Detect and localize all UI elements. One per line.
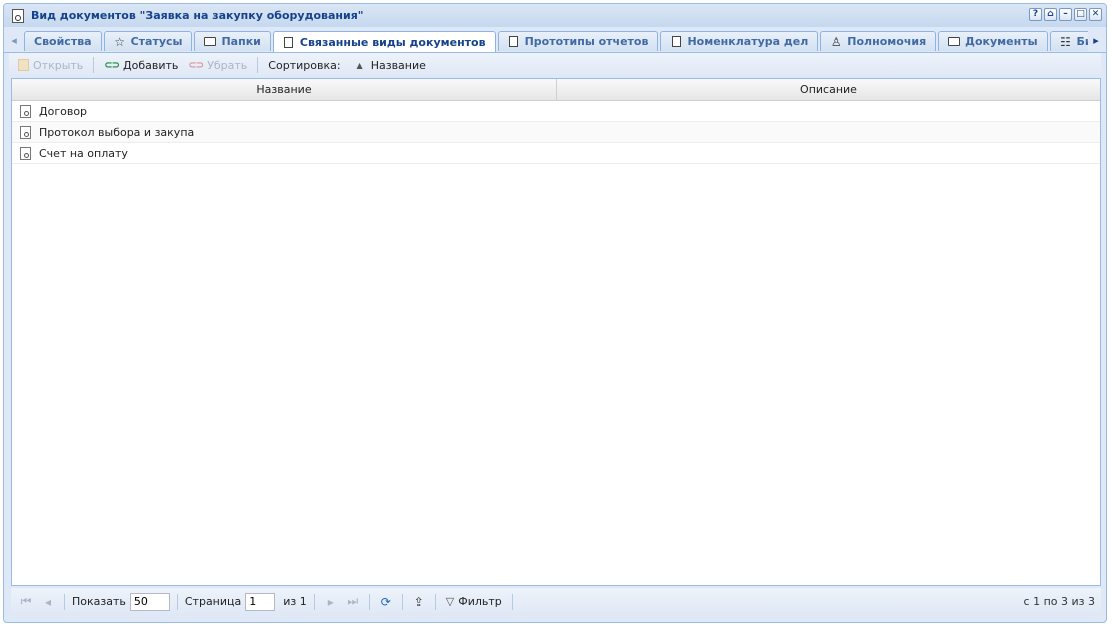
sort-field-button[interactable]: ▲ Название — [348, 59, 429, 72]
window-titlebar[interactable]: Вид документов "Заявка на закупку оборуд… — [4, 4, 1106, 27]
export-icon[interactable]: ⇪ — [410, 595, 428, 609]
grid-body: Договор Протокол выбора и закупа Счет на… — [12, 101, 1100, 164]
document-type-icon — [20, 104, 31, 118]
pager-separator — [401, 593, 403, 610]
search-tool-button[interactable]: ⌂ — [1044, 8, 1057, 21]
tab-statuses[interactable]: ☆ Статусы — [103, 31, 193, 51]
sort-field-label: Название — [370, 58, 426, 72]
document-type-icon — [20, 125, 31, 139]
open-icon — [18, 59, 29, 71]
tab-label: Номенклатура дел — [687, 35, 809, 48]
pager-separator — [511, 593, 513, 610]
tab-label: Статусы — [130, 35, 183, 48]
tab-label: Папки — [221, 35, 261, 48]
document-gear-icon — [12, 8, 24, 23]
table-row[interactable]: Счет на оплату — [12, 143, 1100, 164]
pager-separator — [434, 593, 436, 610]
records-count: с 1 по 3 из 3 — [1023, 595, 1095, 608]
tabs: Свойства ☆ Статусы Папки Связанные виды … — [24, 31, 1088, 52]
page-size-label: Показать — [72, 595, 126, 608]
pager-separator — [176, 593, 178, 610]
pager-separator — [313, 593, 315, 610]
grid-toolbar: Открыть ⊂⊃ Добавить ⊂⊃ Убрать Сортировка… — [9, 53, 1101, 77]
first-page-icon[interactable]: ⏮ — [17, 594, 35, 609]
row-name: Договор — [39, 104, 88, 118]
close-button[interactable]: ✕ — [1089, 8, 1102, 21]
document-type-window: Вид документов "Заявка на закупку оборуд… — [3, 3, 1107, 623]
toolbar-separator — [257, 57, 259, 73]
pager-separator — [368, 593, 370, 610]
unlink-icon: ⊂⊃ — [188, 59, 204, 71]
tab-documents[interactable]: Документы — [938, 31, 1048, 51]
document-gear-icon — [283, 36, 295, 48]
tab-business-processes[interactable]: ☷ Бизнес- — [1049, 31, 1088, 51]
tab-scroll-right-icon[interactable]: ▸ — [1089, 32, 1103, 50]
filter-label: Фильтр — [458, 595, 502, 608]
help-tool-button[interactable]: ? — [1029, 8, 1042, 21]
tab-folders[interactable]: Папки — [194, 31, 271, 51]
tab-label: Бизнес- — [1076, 35, 1088, 48]
table-row[interactable]: Протокол выбора и закупа — [12, 122, 1100, 143]
remove-label: Убрать — [207, 58, 248, 72]
filter-button[interactable]: ▽ Фильтр — [443, 595, 505, 608]
related-types-grid: Название Описание Договор Протокол выбор… — [11, 78, 1101, 586]
window-title: Вид документов "Заявка на закупку оборуд… — [31, 9, 364, 22]
previous-page-icon[interactable]: ◂ — [39, 595, 57, 609]
tab-nomenclature[interactable]: Номенклатура дел — [660, 31, 819, 51]
tab-properties[interactable]: Свойства — [24, 31, 102, 51]
tab-label: Свойства — [34, 35, 92, 48]
row-name: Протокол выбора и закупа — [39, 125, 195, 139]
tab-permissions[interactable]: ♙ Полномочия — [820, 31, 937, 51]
add-label: Добавить — [123, 58, 179, 72]
report-icon — [508, 36, 520, 48]
tab-label: Документы — [965, 35, 1038, 48]
add-button[interactable]: ⊂⊃ Добавить — [101, 59, 181, 72]
column-header-name[interactable]: Название — [12, 79, 557, 100]
link-icon: ⊂⊃ — [104, 59, 120, 71]
sort-ascending-icon: ▲ — [356, 60, 363, 70]
maximize-button[interactable]: □ — [1074, 8, 1087, 21]
page-number-input[interactable] — [245, 592, 276, 611]
paging-toolbar: ⏮ ◂ Показать Страница из 1 ▸ ⏭ ⟳ ⇪ ▽ Фил… — [11, 588, 1101, 615]
table-row[interactable]: Договор — [12, 101, 1100, 122]
grid-header: Название Описание — [12, 79, 1100, 101]
last-page-icon[interactable]: ⏭ — [344, 594, 362, 609]
star-icon: ☆ — [114, 34, 125, 49]
business-process-icon: ☷ — [1060, 34, 1071, 49]
refresh-icon[interactable]: ⟳ — [377, 595, 395, 609]
tab-label: Прототипы отчетов — [524, 35, 649, 48]
filter-icon: ▽ — [445, 595, 455, 608]
tab-report-prototypes[interactable]: Прототипы отчетов — [497, 31, 659, 51]
tab-label: Полномочия — [847, 35, 927, 48]
row-name: Счет на оплату — [39, 146, 128, 160]
tab-strip: ◂ Свойства ☆ Статусы Папки Связанные вид… — [4, 27, 1106, 53]
page-size-input[interactable] — [129, 592, 170, 611]
pager-separator — [64, 593, 65, 610]
user-key-icon: ♙ — [830, 34, 842, 49]
nomenclature-icon — [670, 36, 682, 48]
window-tools: ? ⌂ – □ ✕ — [1029, 8, 1102, 21]
next-page-icon[interactable]: ▸ — [322, 595, 340, 609]
tab-scroll-left-icon[interactable]: ◂ — [7, 32, 21, 50]
documents-icon — [948, 36, 961, 48]
tab-label: Связанные виды документов — [299, 35, 486, 49]
page-count-label: из 1 — [283, 595, 307, 608]
folder-icon — [204, 36, 217, 48]
document-type-icon — [20, 146, 31, 160]
column-header-description[interactable]: Описание — [557, 79, 1100, 100]
sort-label: Сортировка: — [268, 58, 341, 72]
remove-button[interactable]: ⊂⊃ Убрать — [185, 59, 250, 72]
toolbar-separator — [93, 57, 95, 73]
minimize-button[interactable]: – — [1059, 8, 1072, 21]
tab-related-document-types[interactable]: Связанные виды документов — [272, 31, 496, 52]
open-label: Открыть — [33, 58, 84, 72]
page-label: Страница — [184, 595, 242, 608]
open-button[interactable]: Открыть — [15, 59, 86, 72]
